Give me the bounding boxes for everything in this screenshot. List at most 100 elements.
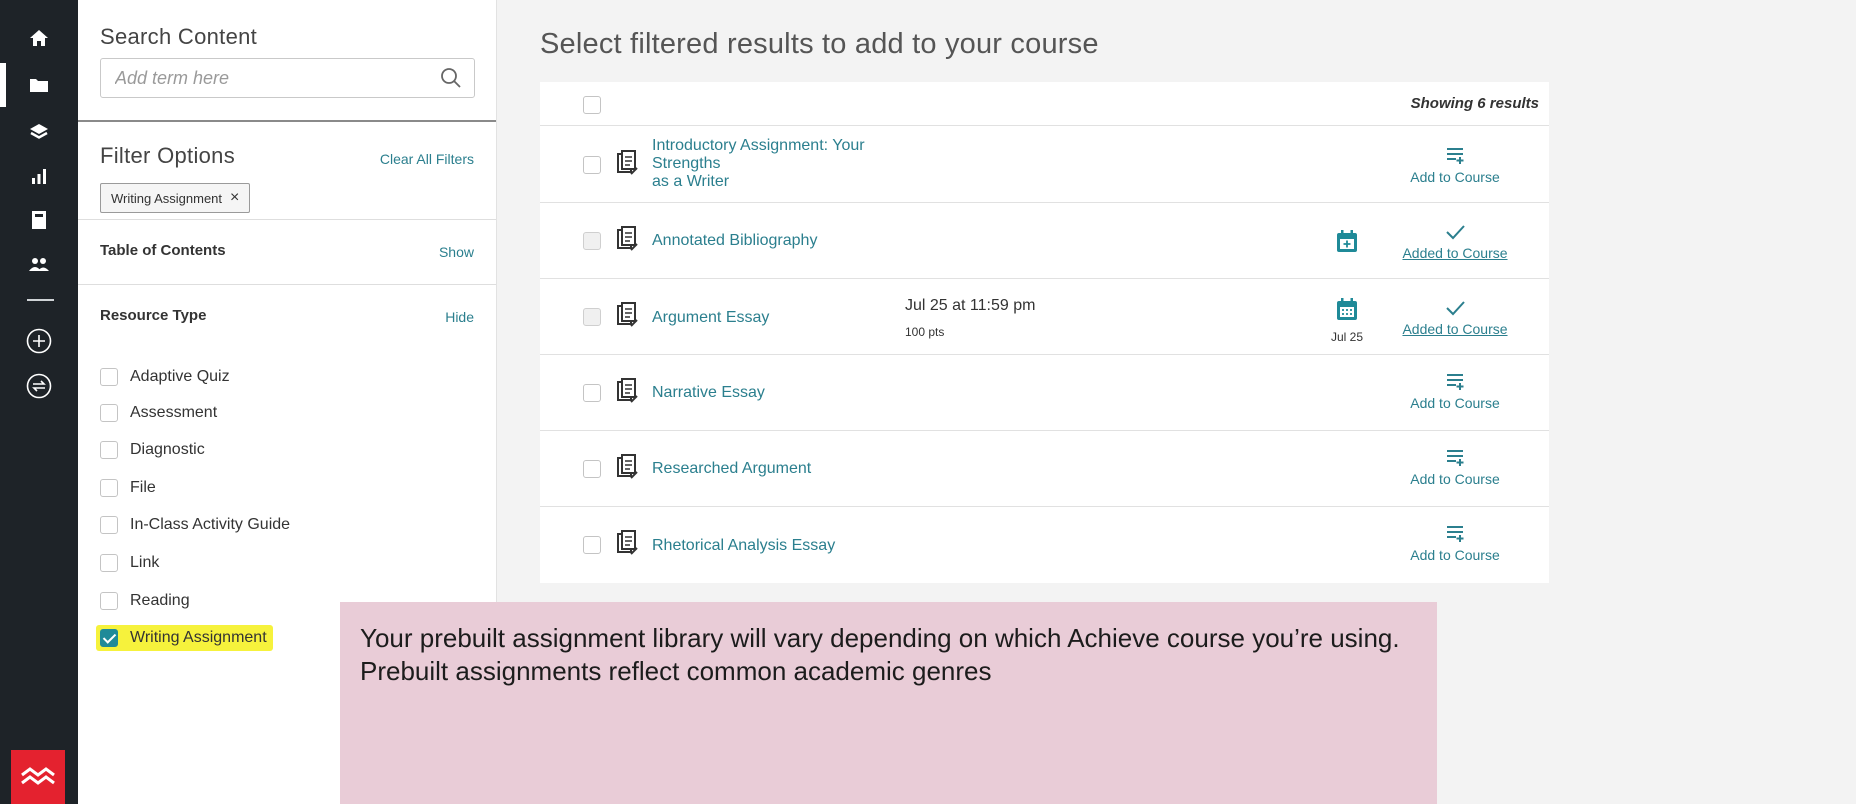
panel-divider <box>78 120 496 122</box>
action-label: Add to Course <box>1410 471 1500 487</box>
table-row: Narrative Essay Add to Course <box>540 355 1549 431</box>
panel-divider <box>78 219 496 220</box>
bar-chart-icon[interactable] <box>0 156 78 196</box>
resource-type-hide-toggle[interactable]: Hide <box>445 309 474 325</box>
title-line: Strengths <box>652 155 721 172</box>
row-checkbox[interactable] <box>583 308 601 326</box>
people-icon[interactable] <box>0 244 78 284</box>
clear-all-filters-link[interactable]: Clear All Filters <box>380 151 474 167</box>
row-checkbox[interactable] <box>583 232 601 250</box>
select-all-checkbox[interactable] <box>583 96 601 114</box>
document-icon <box>616 226 640 259</box>
action-label: Added to Course <box>1402 245 1508 261</box>
layers-icon[interactable] <box>0 112 78 152</box>
page-title: Select filtered results to add to your c… <box>540 28 1099 60</box>
option-label: Link <box>130 554 160 571</box>
assignment-title-link[interactable]: Argument Essay <box>652 309 769 327</box>
swap-circle-icon[interactable] <box>0 366 78 406</box>
checkbox[interactable] <box>100 368 118 386</box>
search-input[interactable] <box>101 59 421 97</box>
checkbox-checked[interactable] <box>100 629 118 647</box>
option-label: File <box>130 479 156 496</box>
table-of-contents-title: Table of Contents <box>100 242 226 259</box>
filter-options-title: Filter Options <box>100 143 236 168</box>
added-to-course-link[interactable]: Added to Course <box>1400 299 1510 337</box>
option-label: Diagnostic <box>130 441 205 458</box>
table-row: Argument Essay Jul 25 at 11:59 pm 100 pt… <box>540 279 1549 355</box>
rail-divider <box>27 299 54 301</box>
toc-show-toggle[interactable]: Show <box>439 244 474 260</box>
resource-option-assessment[interactable]: Assessment <box>100 400 217 426</box>
results-count: Showing 6 results <box>1410 95 1539 112</box>
added-to-course-link[interactable]: Added to Course <box>1400 223 1510 261</box>
add-list-icon <box>1400 373 1510 395</box>
assignment-title-link[interactable]: Researched Argument <box>652 460 811 478</box>
table-row: Researched Argument Add to Course <box>540 431 1549 507</box>
option-label: Writing Assignment <box>130 629 267 646</box>
row-checkbox[interactable] <box>583 156 601 174</box>
document-icon <box>616 302 640 335</box>
assignment-title-link[interactable]: Rhetorical Analysis Essay <box>652 537 835 555</box>
option-label: Reading <box>130 592 190 609</box>
resource-option-file[interactable]: File <box>100 475 156 501</box>
notebook-icon[interactable] <box>0 200 78 240</box>
title-line: as a Writer <box>652 173 730 190</box>
callout-annotation: Your prebuilt assignment library will va… <box>340 602 1437 804</box>
close-icon[interactable]: × <box>230 189 239 207</box>
assignment-title-link[interactable]: Annotated Bibliography <box>652 232 817 250</box>
add-to-course-button[interactable]: Add to Course <box>1400 147 1510 185</box>
resource-option-reading[interactable]: Reading <box>100 588 190 614</box>
points-value: 100 pts <box>905 325 945 339</box>
folder-icon[interactable] <box>0 65 78 105</box>
plus-circle-icon[interactable] <box>0 321 78 361</box>
due-date: Jul 25 at 11:59 pm <box>905 297 1036 314</box>
resource-option-writing-assignment[interactable]: Writing Assignment <box>96 625 273 651</box>
table-row: Rhetorical Analysis Essay Add to Course <box>540 507 1549 583</box>
action-label: Added to Course <box>1402 321 1508 337</box>
add-to-course-button[interactable]: Add to Course <box>1400 449 1510 487</box>
row-checkbox[interactable] <box>583 460 601 478</box>
calendar-date-label: Jul 25 <box>1330 330 1364 344</box>
calendar-add-icon[interactable] <box>1336 229 1358 258</box>
action-label: Add to Course <box>1410 169 1500 185</box>
checkbox[interactable] <box>100 516 118 534</box>
document-icon <box>616 150 640 183</box>
search-label: Search Content <box>100 24 258 49</box>
add-list-icon <box>1400 525 1510 547</box>
checkbox[interactable] <box>100 404 118 422</box>
calendar-icon[interactable] <box>1336 297 1358 326</box>
checkmark-icon <box>1400 299 1510 321</box>
home-icon[interactable] <box>0 18 78 58</box>
left-nav-rail <box>0 0 78 804</box>
row-checkbox[interactable] <box>583 536 601 554</box>
action-label: Add to Course <box>1410 547 1500 563</box>
action-label: Add to Course <box>1410 395 1500 411</box>
results-header: Showing 6 results <box>540 82 1549 126</box>
resource-option-link[interactable]: Link <box>100 550 159 576</box>
assignment-title-link[interactable]: Narrative Essay <box>652 384 765 402</box>
table-row: Introductory Assignment: Your Strengths … <box>540 127 1549 203</box>
assignment-title-link[interactable]: Introductory Assignment: Your Strengths … <box>652 137 865 191</box>
option-label: Adaptive Quiz <box>130 368 230 385</box>
row-checkbox[interactable] <box>583 384 601 402</box>
active-filter-chip[interactable]: Writing Assignment × <box>100 183 251 213</box>
add-to-course-button[interactable]: Add to Course <box>1400 373 1510 411</box>
macmillan-logo-icon <box>11 750 65 804</box>
checkbox[interactable] <box>100 554 118 572</box>
add-list-icon <box>1400 147 1510 169</box>
resource-option-in-class-activity-guide[interactable]: In-Class Activity Guide <box>100 512 290 538</box>
document-icon <box>616 378 640 411</box>
document-icon <box>616 454 640 487</box>
resource-option-adaptive-quiz[interactable]: Adaptive Quiz <box>100 364 230 390</box>
option-label: In-Class Activity Guide <box>130 516 291 533</box>
chip-label: Writing Assignment <box>111 190 223 206</box>
add-list-icon <box>1400 449 1510 471</box>
add-to-course-button[interactable]: Add to Course <box>1400 525 1510 563</box>
checkbox[interactable] <box>100 479 118 497</box>
checkbox[interactable] <box>100 441 118 459</box>
resource-option-diagnostic[interactable]: Diagnostic <box>100 437 205 463</box>
checkbox[interactable] <box>100 592 118 610</box>
title-line: Introductory Assignment: Your <box>652 137 865 154</box>
document-icon <box>616 530 640 563</box>
search-icon[interactable] <box>440 67 462 94</box>
